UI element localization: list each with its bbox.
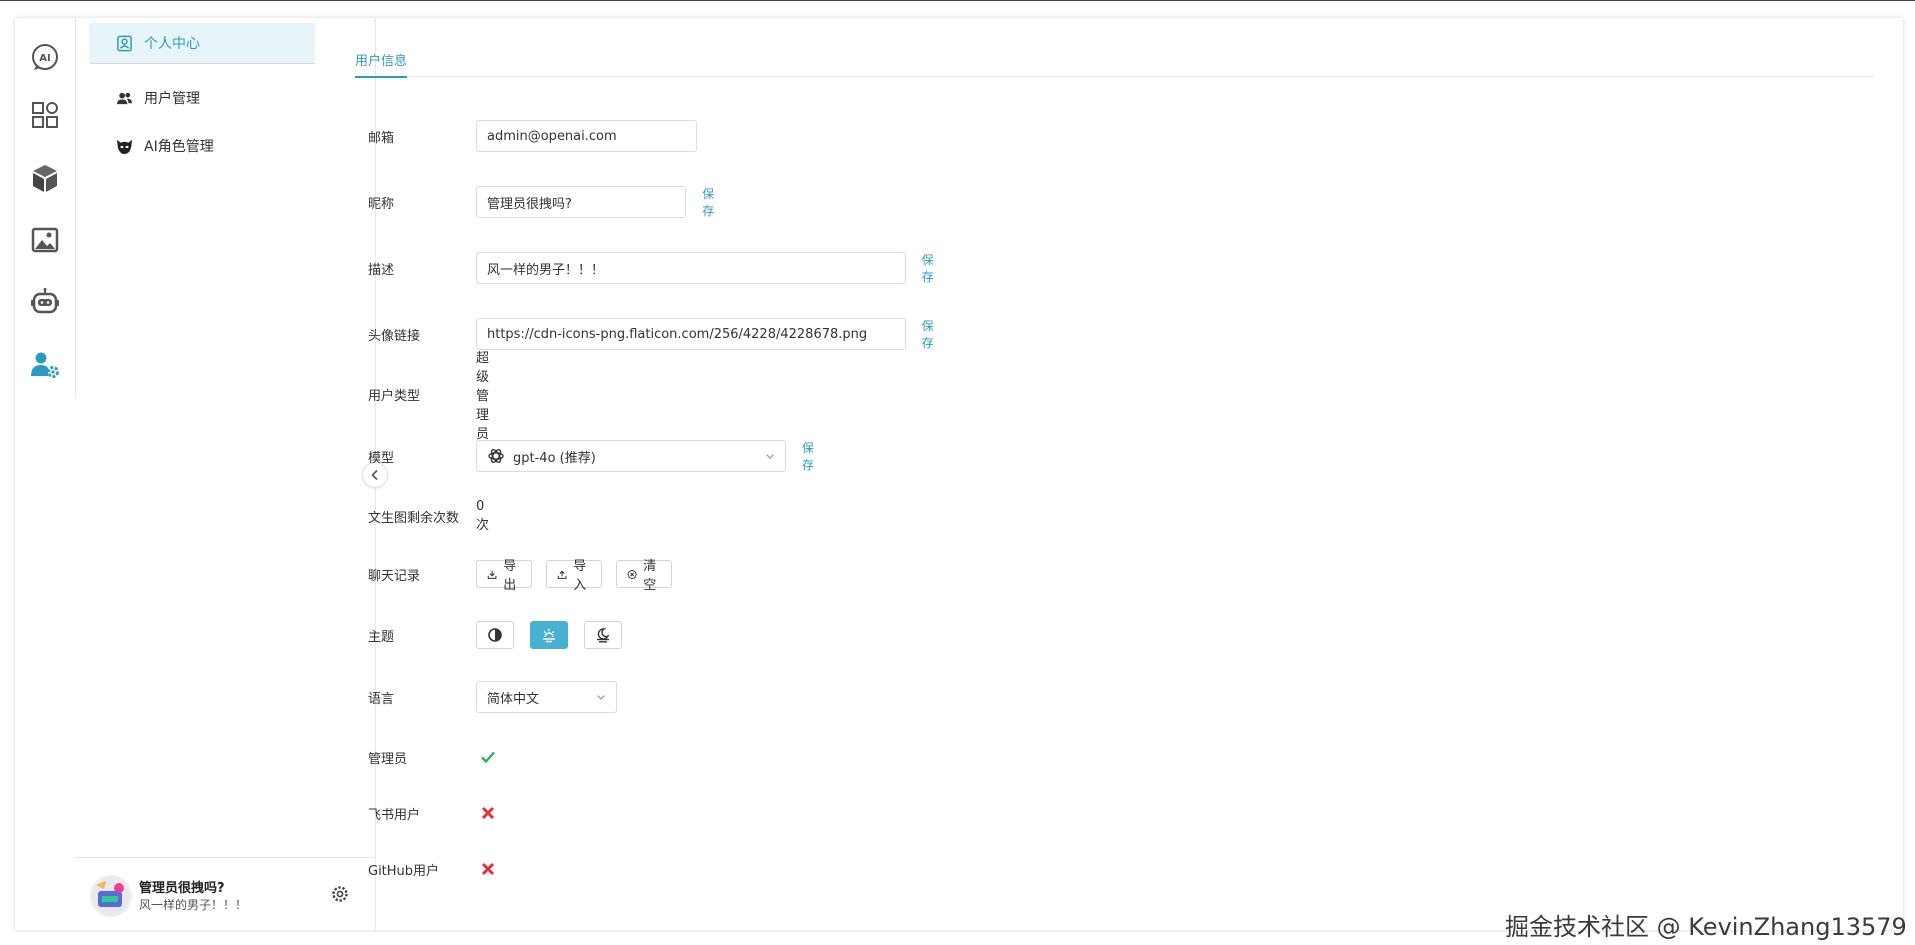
email-field[interactable] — [476, 120, 697, 152]
nav-item-label: AI角色管理 — [144, 139, 214, 155]
chevron-down-icon — [597, 695, 605, 700]
save-description-button[interactable]: 保存 — [922, 251, 945, 285]
image-quota-label: 文生图剩余次数 — [368, 510, 460, 526]
email-label: 邮箱 — [368, 130, 395, 146]
nickname-field[interactable] — [476, 186, 687, 218]
cross-icon — [481, 806, 495, 820]
watermark: 掘金技术社区 @ KevinZhang13579 — [1505, 913, 1907, 941]
sun-icon — [543, 629, 555, 643]
gear-icon[interactable] — [330, 884, 350, 904]
apps-grid-icon[interactable] — [28, 98, 62, 132]
admin-label: 管理员 — [368, 751, 408, 767]
profile-icon — [114, 33, 134, 53]
users-icon — [114, 88, 134, 108]
ai-chat-icon[interactable]: AI — [28, 40, 62, 74]
icon-rail: AI — [15, 18, 76, 398]
nav-item-profile[interactable]: 个人中心 — [89, 23, 315, 64]
main-content: 用户信息 邮箱 昵称 保存 描述 保存 头像链接 — [355, 18, 1875, 930]
language-select[interactable]: 简体中文 — [476, 681, 617, 713]
download-icon — [487, 570, 497, 579]
avatar[interactable] — [90, 875, 132, 917]
model-selected-value: gpt-4o (推荐) — [513, 450, 596, 466]
nav-item-label: 用户管理 — [144, 91, 200, 107]
model-select[interactable]: gpt-4o (推荐) — [476, 440, 786, 472]
theme-dark-button[interactable] — [584, 621, 622, 649]
feishu-label: 飞书用户 — [368, 807, 421, 823]
user-type-value: 超级管理员 — [476, 350, 490, 442]
mask-icon — [114, 136, 134, 156]
theme-auto-button[interactable] — [476, 621, 514, 649]
user-name: 管理员很拽吗? — [139, 881, 225, 896]
github-label: GitHub用户 — [368, 863, 440, 879]
clear-button-label: 清空 — [643, 559, 657, 593]
import-button[interactable]: 导入 — [546, 559, 603, 593]
save-avatar-button[interactable]: 保存 — [922, 317, 945, 351]
export-button-label: 导出 — [503, 559, 517, 593]
sub-navigation: 个人中心 用户管理 AI角色管理 管理员很拽吗? 风一样的男子！！！ — [75, 18, 388, 931]
image-quota-value: 0 次 — [476, 499, 490, 533]
avatar-url-field[interactable] — [476, 318, 906, 350]
theme-label: 主题 — [368, 629, 395, 645]
language-label: 语言 — [368, 691, 395, 707]
nav-item-ai-role-management[interactable]: AI角色管理 — [89, 126, 315, 166]
avatar-url-label: 头像链接 — [368, 328, 421, 344]
svg-text:AI: AI — [39, 53, 50, 64]
robot-icon[interactable] — [28, 285, 62, 319]
nav-item-user-management[interactable]: 用户管理 — [89, 78, 315, 118]
cross-icon — [481, 862, 495, 876]
tab-user-info[interactable]: 用户信息 — [355, 50, 408, 78]
cube-icon[interactable] — [28, 161, 62, 195]
user-settings-icon[interactable] — [28, 348, 62, 382]
check-icon — [481, 751, 495, 764]
chevron-down-icon — [765, 454, 774, 459]
openai-icon — [488, 449, 504, 463]
clear-button[interactable]: 清空 — [616, 559, 673, 593]
language-selected-value: 简体中文 — [487, 691, 540, 707]
nav-item-label: 个人中心 — [144, 36, 200, 52]
description-field[interactable] — [476, 252, 906, 284]
upload-icon — [557, 570, 567, 579]
user-card: 管理员很拽吗? 风一样的男子！！！ — [75, 857, 375, 931]
save-nickname-button[interactable]: 保存 — [702, 185, 725, 219]
export-button[interactable]: 导出 — [476, 559, 533, 593]
theme-light-button[interactable] — [530, 621, 568, 649]
image-icon[interactable] — [28, 223, 62, 257]
nickname-label: 昵称 — [368, 196, 395, 212]
contrast-icon — [488, 628, 502, 642]
description-label: 描述 — [368, 262, 395, 278]
app-window: AI 个人中心 用户管理 AI角色管理 管理员很拽吗? 风一样的男子！！！ 用户… — [15, 18, 1907, 941]
tab-bar: 用户信息 — [355, 32, 1875, 78]
save-model-button[interactable]: 保存 — [802, 439, 825, 473]
import-button-label: 导入 — [573, 559, 587, 593]
user-description: 风一样的男子！！！ — [139, 898, 248, 912]
close-circle-icon — [627, 569, 637, 579]
moon-icon — [597, 628, 610, 643]
chat-history-label: 聊天记录 — [368, 568, 421, 584]
model-label: 模型 — [368, 450, 395, 466]
user-type-label: 用户类型 — [368, 388, 421, 404]
